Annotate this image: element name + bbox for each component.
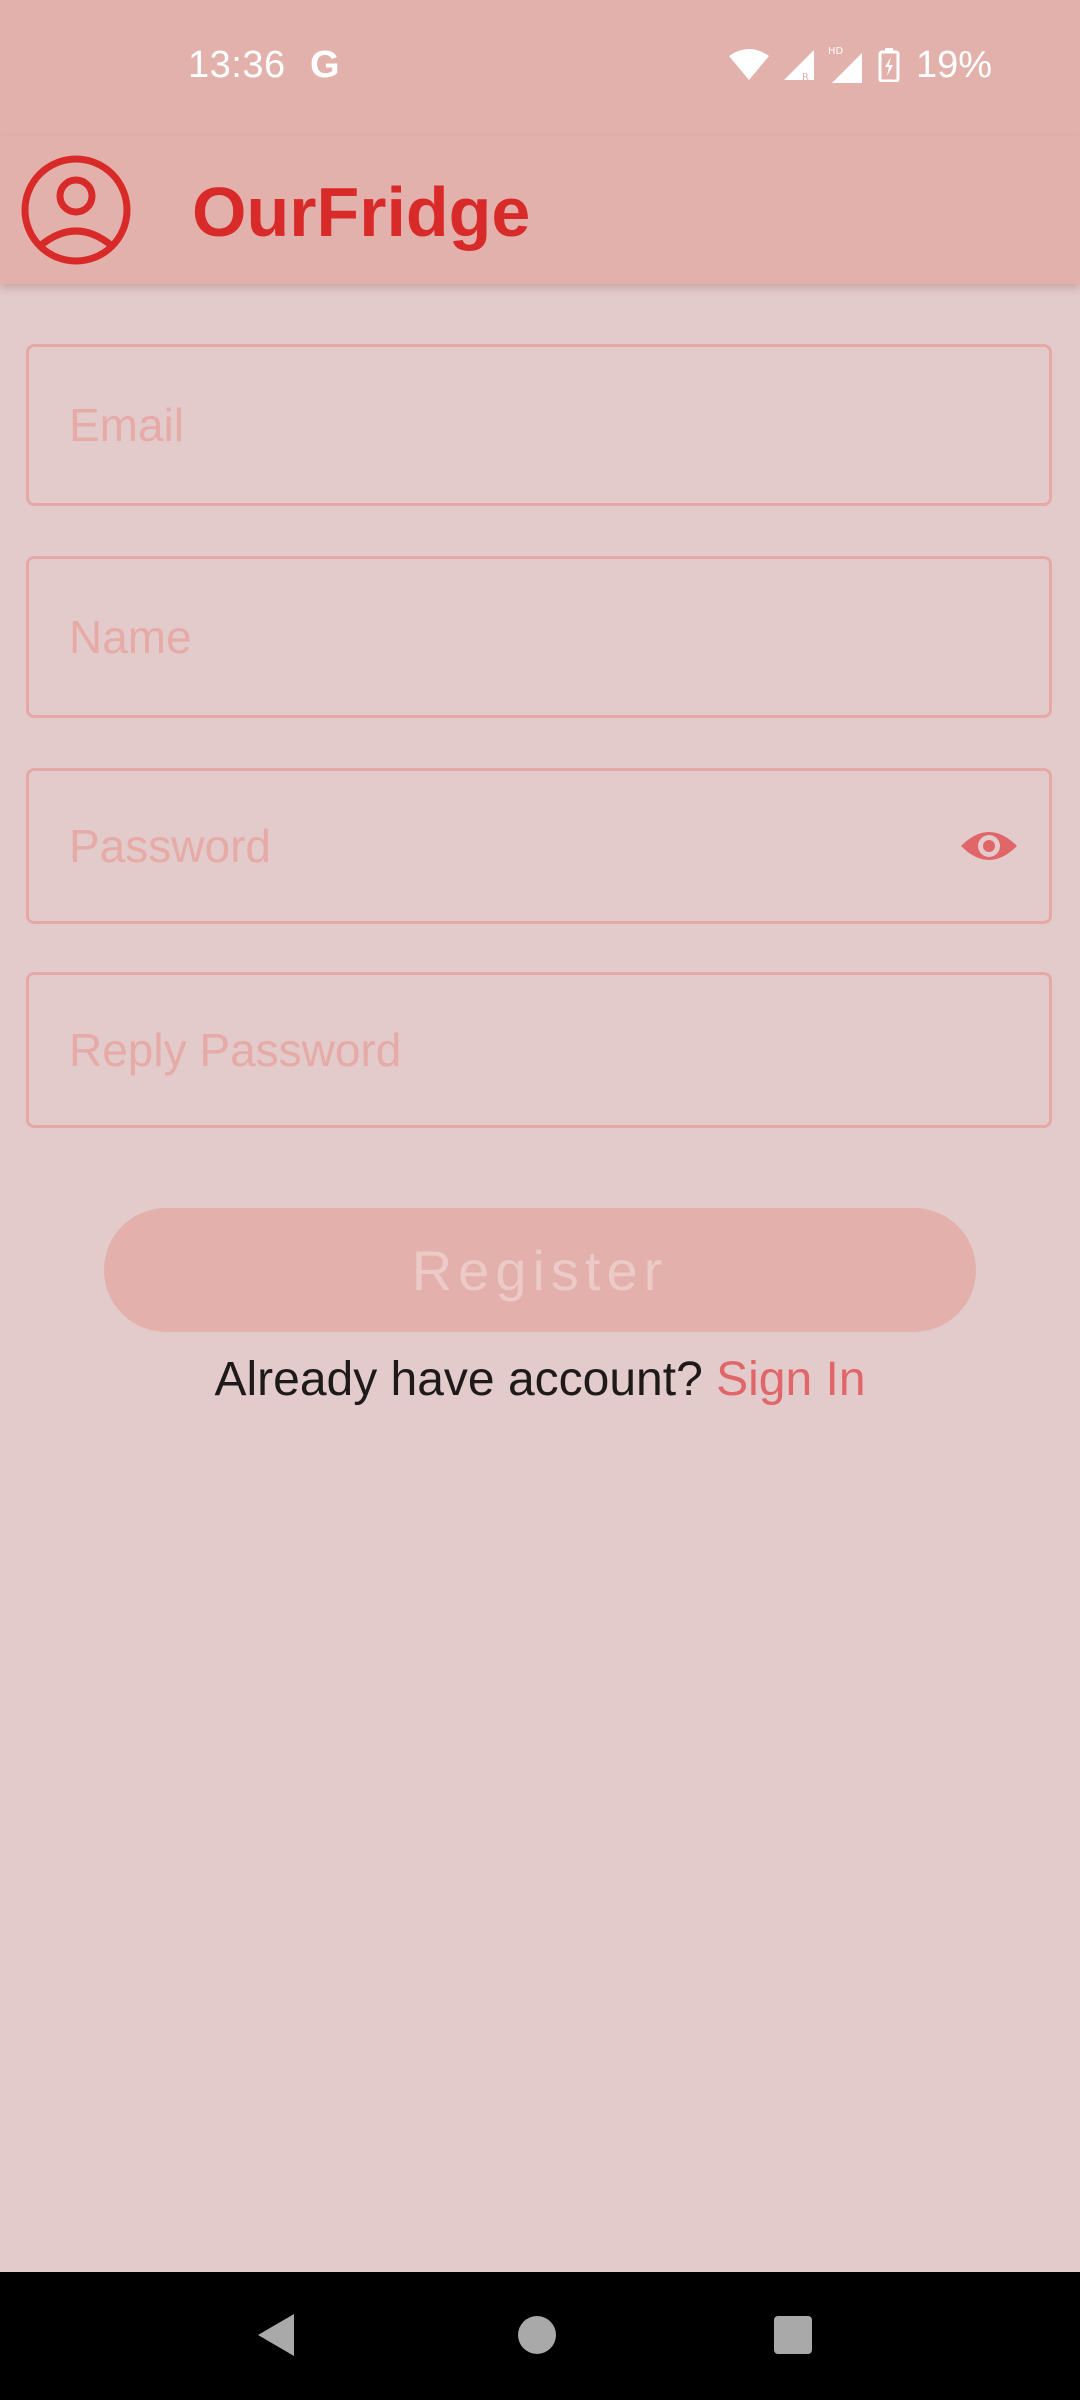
battery-percent: 19% — [915, 43, 992, 86]
navigation-bar — [0, 2272, 1080, 2400]
signal-r-icon: R — [783, 50, 814, 82]
recents-square-icon[interactable] — [774, 2316, 812, 2354]
status-bar: 13:36 G R HD 19% — [0, 0, 1080, 136]
signal-hd-icon: HD — [828, 46, 862, 83]
google-g-icon: G — [310, 44, 340, 86]
signin-link[interactable]: Sign In — [716, 1353, 865, 1406]
eye-icon[interactable] — [959, 826, 1019, 866]
password-field[interactable]: Password — [26, 768, 1052, 924]
register-button[interactable]: Register — [104, 1208, 976, 1332]
account-circle-icon[interactable] — [20, 154, 132, 266]
reply-password-placeholder: Reply Password — [69, 1024, 402, 1076]
battery-icon — [878, 48, 900, 82]
home-circle-icon[interactable] — [518, 2316, 556, 2354]
email-placeholder: Email — [69, 399, 185, 451]
password-placeholder: Password — [69, 820, 271, 872]
app-bar: OurFridge — [0, 136, 1080, 284]
status-time: 13:36 — [188, 44, 286, 86]
email-field[interactable]: Email — [26, 344, 1052, 506]
register-label: Register — [411, 1238, 669, 1302]
svg-text:R: R — [802, 72, 809, 82]
hd-label: HD — [828, 46, 844, 57]
signin-prompt: Already have account? — [214, 1353, 717, 1406]
wifi-icon — [728, 49, 769, 80]
back-triangle-icon[interactable] — [256, 2312, 296, 2358]
status-icons: R HD 19% — [728, 40, 992, 90]
app-title: OurFridge — [192, 173, 531, 251]
name-placeholder: Name — [69, 611, 192, 663]
reply-password-field[interactable]: Reply Password — [26, 972, 1052, 1128]
name-field[interactable]: Name — [26, 556, 1052, 718]
signin-row: Already have account? Sign In — [0, 1352, 1080, 1407]
